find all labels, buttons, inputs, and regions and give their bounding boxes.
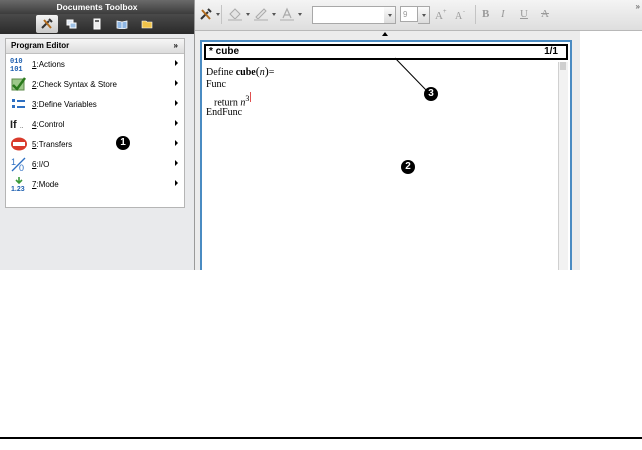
page-divider bbox=[0, 437, 642, 439]
callout-3-leader bbox=[394, 57, 427, 91]
callout-2: 2 bbox=[401, 160, 415, 174]
callout-3: 3 bbox=[424, 87, 438, 101]
